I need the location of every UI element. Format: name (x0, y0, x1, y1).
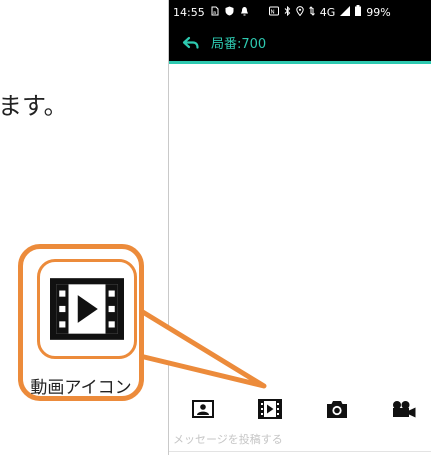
battery-level: 99% (366, 5, 391, 19)
sim-icon: a (211, 6, 219, 19)
nfc-icon: N (268, 6, 279, 19)
status-time: 14:55 (173, 5, 205, 19)
stage: ます。 14:55 a N 4G 99% 局番:700 メッセージを投稿する 動… (0, 0, 431, 455)
callout-enlarged-video-icon (37, 259, 137, 359)
shield-icon (225, 6, 234, 19)
attachment-toolbar (169, 392, 431, 426)
callout-box: 動画アイコン (18, 244, 144, 401)
svg-text:N: N (270, 9, 274, 15)
input-underline (169, 451, 431, 452)
document-text-fragment: ます。 (0, 92, 68, 120)
location-icon (296, 5, 304, 19)
message-input[interactable] (173, 428, 423, 450)
svg-text:a: a (213, 10, 216, 16)
notification-icon (240, 6, 249, 19)
signal-icon (340, 5, 351, 19)
camera-icon[interactable] (324, 396, 350, 422)
battery-icon (355, 5, 362, 19)
video-icon-enlarged (50, 278, 124, 340)
data-transfer-icon (308, 5, 315, 19)
bluetooth-icon (284, 5, 291, 19)
image-icon[interactable] (190, 396, 216, 422)
app-bar-title: 局番:700 (211, 37, 267, 52)
app-bar: 局番:700 (169, 24, 431, 64)
callout-label: 動画アイコン (30, 378, 132, 398)
video-camera-icon[interactable] (391, 396, 417, 422)
phone-screen: 14:55 a N 4G 99% 局番:700 メッセージを投稿する (168, 0, 431, 455)
back-arrow-icon[interactable] (181, 33, 201, 53)
video-icon[interactable] (257, 396, 283, 422)
status-bar: 14:55 a N 4G 99% (169, 0, 431, 24)
chat-area (169, 64, 431, 389)
network-type: 4G (319, 5, 336, 19)
